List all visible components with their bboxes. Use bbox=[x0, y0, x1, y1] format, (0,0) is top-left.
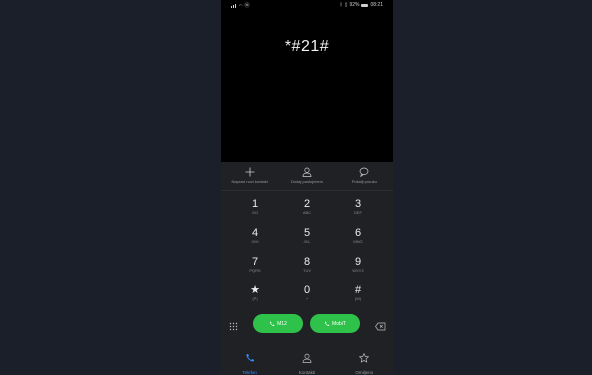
key-digit: 1 bbox=[251, 198, 259, 210]
key-0[interactable]: 0 + bbox=[281, 284, 333, 310]
bottom-tab-bar: Telefon Kontakti Omiljeno bbox=[221, 344, 393, 375]
key-digit: # bbox=[354, 284, 362, 296]
tab-label: Telefon bbox=[242, 370, 257, 375]
key-hash[interactable]: # (W) bbox=[332, 284, 384, 310]
contacts-tab-icon bbox=[302, 353, 312, 363]
new-contact-label: Napravi novi kontakt bbox=[231, 179, 268, 184]
message-icon bbox=[359, 167, 369, 177]
key-star[interactable]: ★ (P) bbox=[229, 284, 281, 310]
key-letters: (W) bbox=[354, 296, 362, 301]
key-3[interactable]: 3 DEF bbox=[332, 198, 384, 224]
status-bar: ◠ Ⓜ ᛒ ▯ 92% 08:21 bbox=[221, 0, 393, 10]
keypad: 1 GO 2 ABC 3 DEF 4 GHI 5 JKL 6 MNO 7 PQR… bbox=[221, 198, 393, 310]
key-digit: 5 bbox=[303, 227, 311, 239]
plus-icon bbox=[245, 167, 255, 177]
key-digit: 0 bbox=[303, 284, 311, 296]
key-8[interactable]: 8 TUV bbox=[281, 256, 333, 282]
tab-label: Kontakti bbox=[298, 370, 316, 375]
key-letters: + bbox=[305, 296, 309, 301]
sim1-label: M12 bbox=[277, 320, 287, 327]
dialpad-toggle-icon[interactable] bbox=[229, 318, 238, 331]
tab-kontakti[interactable]: Kontakti bbox=[279, 344, 335, 375]
key-4[interactable]: 4 GHI bbox=[229, 227, 281, 253]
key-digit: 2 bbox=[303, 198, 311, 210]
add-existing-label: Dodaj postojećem bbox=[290, 179, 323, 184]
key-letters: MNO bbox=[353, 239, 363, 244]
tab-telefon[interactable]: Telefon bbox=[222, 344, 278, 375]
dialer-panel: Napravi novi kontakt Dodaj postojećem Po… bbox=[221, 162, 393, 375]
sim2-label: MobiT bbox=[332, 320, 346, 327]
key-9[interactable]: 9 WXYZ bbox=[332, 256, 384, 282]
key-letters: GO bbox=[251, 210, 259, 215]
wifi-icon: ◠ bbox=[239, 3, 243, 8]
sim-icon: Ⓜ bbox=[244, 3, 250, 9]
call-sim1-button[interactable]: M12 bbox=[253, 314, 303, 333]
add-existing-action[interactable]: Dodaj postojećem bbox=[279, 162, 335, 184]
key-letters: WXYZ bbox=[352, 268, 364, 273]
key-5[interactable]: 5 JKL bbox=[281, 227, 333, 253]
send-message-action[interactable]: Pošalji poruku bbox=[336, 162, 392, 184]
phone-tab-icon bbox=[246, 354, 254, 362]
key-7[interactable]: 7 PQRS bbox=[229, 256, 281, 282]
tab-label: Omiljeno bbox=[355, 370, 374, 375]
person-icon bbox=[302, 167, 312, 177]
key-1[interactable]: 1 GO bbox=[229, 198, 281, 224]
vibrate-icon: ▯ bbox=[344, 2, 348, 8]
tab-omiljeno[interactable]: Omiljeno bbox=[336, 344, 392, 375]
key-digit: 6 bbox=[354, 227, 362, 239]
dialed-number[interactable]: *#21# bbox=[221, 38, 393, 56]
action-row: Napravi novi kontakt Dodaj postojećem Po… bbox=[221, 162, 393, 191]
backspace-icon[interactable] bbox=[375, 318, 386, 331]
number-display: *#21# bbox=[221, 10, 393, 162]
signal-indicators: ◠ Ⓜ bbox=[231, 2, 250, 9]
key-letters: TUV bbox=[303, 268, 311, 273]
key-letters: (P) bbox=[252, 296, 258, 301]
key-2[interactable]: 2 ABC bbox=[281, 198, 333, 224]
key-digit: ★ bbox=[250, 284, 260, 296]
key-letters: GHI bbox=[251, 239, 259, 244]
bluetooth-icon: ᛒ bbox=[339, 2, 343, 8]
key-letters: JKL bbox=[303, 239, 311, 244]
key-letters: ABC bbox=[302, 210, 312, 215]
phone-icon bbox=[270, 321, 275, 326]
key-letters: DEF bbox=[354, 210, 362, 215]
key-digit: 8 bbox=[303, 256, 311, 268]
key-digit: 4 bbox=[251, 227, 259, 239]
signal-icon bbox=[231, 3, 237, 8]
key-digit: 3 bbox=[354, 198, 362, 210]
battery-icon bbox=[361, 3, 369, 7]
battery-percent: 92% bbox=[349, 2, 360, 8]
call-row: M12 MobiT bbox=[221, 312, 393, 336]
new-contact-action[interactable]: Napravi novi kontakt bbox=[222, 162, 278, 184]
send-message-label: Pošalji poruku bbox=[351, 179, 377, 184]
key-letters: PQRS bbox=[249, 268, 261, 273]
status-right: ᛒ ▯ 92% 08:21 bbox=[340, 2, 383, 8]
phone-icon bbox=[325, 321, 330, 326]
call-sim2-button[interactable]: MobiT bbox=[310, 314, 360, 333]
key-digit: 7 bbox=[251, 256, 259, 268]
key-6[interactable]: 6 MNO bbox=[332, 227, 384, 253]
clock: 08:21 bbox=[370, 2, 383, 8]
key-digit: 9 bbox=[354, 256, 362, 268]
phone-screen: ◠ Ⓜ ᛒ ▯ 92% 08:21 *#21# Napravi novi kon… bbox=[221, 0, 393, 375]
star-icon bbox=[359, 352, 370, 363]
